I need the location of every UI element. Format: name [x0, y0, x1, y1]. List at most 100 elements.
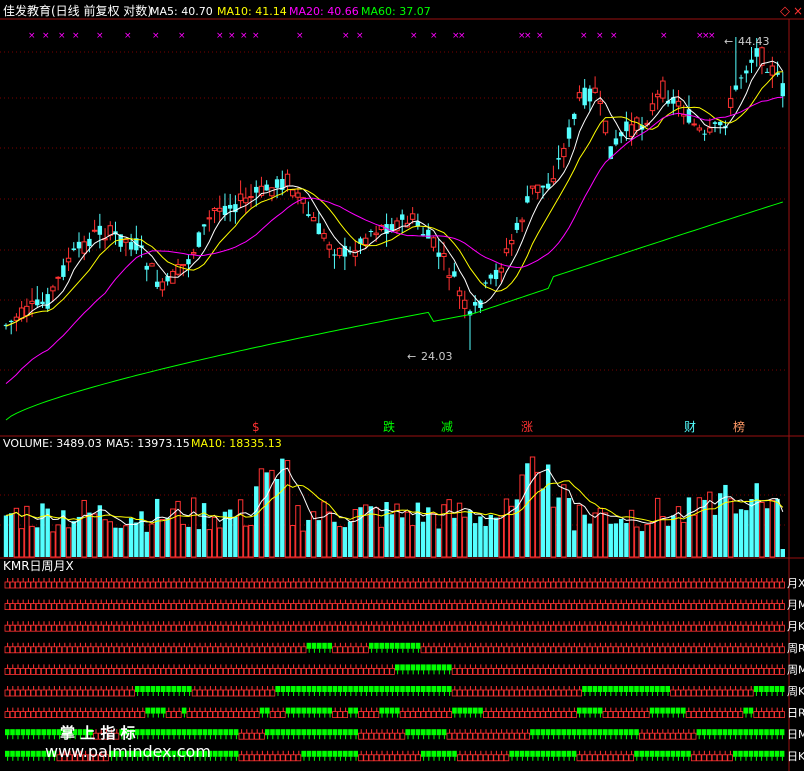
volume-bar-down	[545, 464, 551, 557]
kmr-cell-green	[722, 729, 728, 736]
kmr-cell-red	[722, 668, 728, 675]
kmr-cell-red	[134, 603, 140, 610]
kmr-cell-green	[405, 642, 410, 649]
kmr-cell-red	[555, 689, 562, 697]
kmr-cell-red	[665, 581, 671, 589]
kmr-cell-red	[685, 668, 692, 675]
kmr-cell-red	[207, 581, 213, 589]
kmr-cell-green	[535, 750, 540, 757]
kmr-cell-red	[649, 646, 655, 654]
kmr-cell-red	[363, 668, 369, 675]
kmr-cell-red	[46, 603, 52, 610]
kmr-cell-red	[30, 646, 36, 654]
candle-body-up	[373, 232, 379, 236]
kmr-cell-green	[306, 642, 312, 649]
kmr-cell-red	[77, 646, 83, 654]
kmr-cell-red	[139, 646, 146, 654]
kmr-cell-red	[202, 711, 208, 718]
kmr-cell-green	[384, 686, 390, 692]
kmr-cell-red	[748, 668, 754, 675]
kmr-cell-green	[670, 707, 676, 714]
kmr-cell-green	[296, 686, 301, 692]
kmr-cell-red	[514, 603, 520, 610]
kmr-cell-red	[337, 603, 343, 610]
kmr-cell-red	[238, 754, 244, 762]
candle-body-up	[456, 290, 463, 297]
volume-bar-up	[295, 505, 301, 558]
kmr-cell-red	[477, 732, 484, 740]
x-signal-marker: ×	[430, 31, 438, 41]
kmr-cell-red	[358, 581, 364, 589]
kmr-cell-red	[477, 689, 484, 697]
kmr-cell-red	[124, 689, 130, 697]
kmr-cell-red	[628, 754, 634, 762]
kmr-cell-red	[35, 646, 42, 654]
kmr-cell-red	[430, 603, 437, 610]
kmr-cell-green	[608, 686, 613, 692]
kmr-cell-red	[87, 646, 94, 654]
kmr-cell-red	[212, 711, 218, 718]
kmr-cell-red	[649, 624, 655, 632]
kmr-cell-green	[410, 686, 416, 692]
kmr-cell-red	[436, 581, 442, 589]
kmr-cell-red	[472, 624, 478, 632]
kmr-row-label-1: 月M	[787, 599, 804, 612]
kmr-cell-green	[389, 686, 395, 692]
kmr-cell-red	[566, 603, 572, 610]
kmr-cell-green	[582, 686, 587, 692]
kmr-cell-red	[701, 581, 707, 589]
kmr-cell-green	[285, 729, 291, 736]
kmr-cell-red	[722, 754, 728, 762]
kmr-cell-red	[493, 646, 499, 654]
kmr-cell-red	[685, 581, 692, 589]
kmr-cell-red	[639, 581, 645, 589]
kmr-cell-red	[561, 646, 567, 654]
candle-body-up	[91, 229, 98, 232]
candle-body-up	[149, 263, 155, 267]
kmr-cell-red	[451, 689, 458, 697]
kmr-cell-red	[269, 581, 276, 589]
candle-body-up	[65, 257, 72, 263]
kmr-cell-red	[737, 668, 744, 675]
kmr-cell-red	[597, 668, 603, 675]
kmr-cell-red	[587, 624, 593, 632]
kmr-cell-red	[46, 668, 52, 675]
candle-body-down	[712, 122, 718, 124]
kmr-cell-red	[415, 711, 421, 718]
kmr-cell-red	[108, 646, 114, 654]
kmr-cell-red	[248, 624, 255, 632]
diamond-icon[interactable]: ◇	[780, 4, 790, 19]
kmr-cell-green	[629, 686, 634, 692]
candle-body-up	[190, 252, 197, 255]
x-signal-marker: ×	[228, 31, 236, 41]
volume-bar-down	[113, 527, 118, 557]
kmr-cell-red	[727, 624, 733, 632]
kmr-cell-green	[717, 729, 722, 736]
kmr-cell-green	[675, 707, 681, 714]
kmr-cell-red	[269, 689, 276, 697]
candle-body-up	[675, 100, 682, 107]
kmr-cell-red	[524, 711, 530, 718]
kmr-cell-red	[274, 668, 281, 675]
kmr-cell-red	[737, 689, 744, 697]
kmr-cell-red	[748, 689, 754, 697]
x-signal-marker: ×	[28, 31, 36, 41]
kmr-cell-red	[202, 689, 208, 697]
kmr-cell-red	[436, 646, 442, 654]
kmr-cell-green	[707, 729, 712, 736]
kmr-cell-green	[467, 707, 473, 714]
kmr-cell-red	[144, 624, 151, 632]
kmr-cell-green	[431, 750, 436, 757]
kmr-cell-red	[108, 624, 114, 632]
kmr-cell-red	[9, 668, 16, 675]
candle-body-up	[290, 189, 296, 197]
kmr-cell-red	[535, 646, 541, 654]
kmr-cell-red	[753, 646, 759, 654]
close-icon[interactable]: ×	[793, 4, 803, 18]
kmr-cell-red	[14, 581, 21, 589]
volume-bar-down	[582, 514, 587, 557]
candle-body-up	[576, 92, 583, 99]
kmr-cell-red	[285, 581, 291, 589]
x-signal-marker: ×	[610, 31, 618, 41]
kmr-cell-red	[462, 668, 468, 675]
